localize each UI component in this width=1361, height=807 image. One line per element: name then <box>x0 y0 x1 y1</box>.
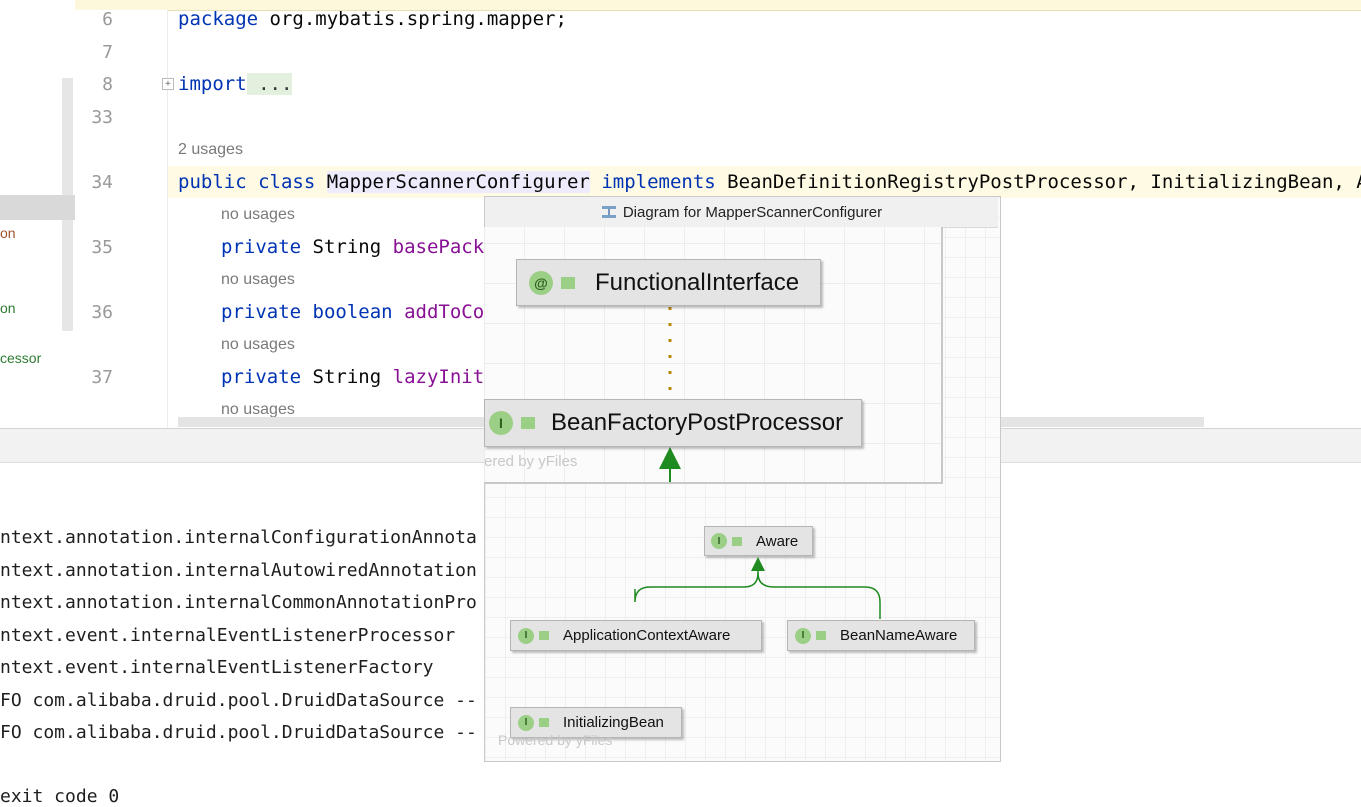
diagram-popup-title[interactable]: Diagram for MapperScannerConfigurer <box>485 197 998 228</box>
lock-icon <box>561 276 575 289</box>
structure-item[interactable]: on <box>0 225 16 241</box>
lock-icon <box>732 536 742 546</box>
console-line: ntext.annotation.internalAutowiredAnnota… <box>0 560 477 581</box>
line-number: 8 <box>102 74 113 95</box>
console-line: FO com.alibaba.druid.pool.DruidDataSourc… <box>0 722 477 743</box>
interface-icon: I <box>518 714 534 731</box>
line-number: 36 <box>91 302 113 323</box>
interface-icon: I <box>711 533 727 549</box>
inheritance-arrow-icon <box>751 557 765 571</box>
console-line: exit code 0 <box>0 786 120 807</box>
interface-icon: I <box>795 627 811 644</box>
lock-icon <box>539 631 549 640</box>
node-label: Aware <box>756 532 799 550</box>
class-declaration-line[interactable]: public class MapperScannerConfigurer imp… <box>178 171 1361 193</box>
usages-hint[interactable]: 2 usages <box>178 141 243 159</box>
structure-selected-row[interactable] <box>0 195 75 220</box>
interface-icon: I <box>489 411 513 435</box>
console-line: ntext.annotation.internalCommonAnnotatio… <box>0 592 477 613</box>
line-number: 34 <box>91 172 113 193</box>
node-bean-name-aware[interactable]: I BeanNameAware <box>787 620 975 651</box>
inheritance-edge <box>634 567 759 603</box>
editor-gutter <box>75 10 168 428</box>
import-line[interactable]: import ... <box>178 73 293 95</box>
yfiles-watermark: Powered by yFiles <box>498 732 613 748</box>
line-number: 37 <box>91 367 113 388</box>
fold-toggle-icon[interactable]: + <box>162 78 174 90</box>
node-label: BeanFactoryPostProcessor <box>551 409 844 436</box>
inheritance-arrow-icon <box>659 447 681 469</box>
field-line[interactable]: private String lazyIniti <box>221 366 496 388</box>
diagram-icon <box>601 205 617 219</box>
console-line: FO com.alibaba.druid.pool.DruidDataSourc… <box>0 690 477 711</box>
lock-icon <box>521 417 535 429</box>
zoom-node-functional-interface[interactable]: @ FunctionalInterface <box>516 259 821 306</box>
folded-imports[interactable]: ... <box>246 73 293 95</box>
node-label: FunctionalInterface <box>595 268 800 296</box>
interface-icon: I <box>518 627 534 644</box>
structure-item[interactable]: on <box>0 300 16 316</box>
inheritance-edge <box>757 572 881 619</box>
node-label: BeanNameAware <box>840 627 958 644</box>
node-application-context-aware[interactable]: I ApplicationContextAware <box>510 620 762 651</box>
line-number: 6 <box>102 9 113 30</box>
console-line: ntext.event.internalEventListenerProcess… <box>0 625 456 646</box>
line-number: 35 <box>91 237 113 258</box>
console-line: ntext.annotation.internalConfigurationAn… <box>0 527 477 548</box>
no-usages-hint[interactable]: no usages <box>221 401 295 417</box>
line-number: 33 <box>91 107 113 128</box>
node-label: ApplicationContextAware <box>563 627 731 644</box>
annotation-icon: @ <box>529 270 553 295</box>
line-number: 7 <box>102 42 113 63</box>
lock-icon <box>539 718 549 727</box>
structure-item[interactable]: cessor <box>0 350 41 366</box>
zoom-node-bean-factory-post-processor[interactable]: I BeanFactoryPostProcessor <box>484 399 862 447</box>
field-line[interactable]: private boolean addToCon <box>221 301 496 323</box>
yfiles-watermark: ered by yFiles <box>484 453 578 470</box>
lock-icon <box>816 631 826 640</box>
package-line[interactable]: package org.mybatis.spring.mapper; <box>178 8 567 30</box>
diagram-title-text: Diagram for MapperScannerConfigurer <box>622 203 883 221</box>
no-usages-hint[interactable]: no usages <box>221 206 295 224</box>
no-usages-hint[interactable]: no usages <box>221 336 295 354</box>
node-label: InitializingBean <box>563 714 664 731</box>
field-line[interactable]: private String basePacka <box>221 236 496 258</box>
node-aware[interactable]: I Aware <box>704 526 813 556</box>
no-usages-hint[interactable]: no usages <box>221 271 295 289</box>
console-line: ntext.event.internalEventListenerFactory <box>0 657 434 678</box>
class-name: MapperScannerConfigurer <box>326 171 590 193</box>
